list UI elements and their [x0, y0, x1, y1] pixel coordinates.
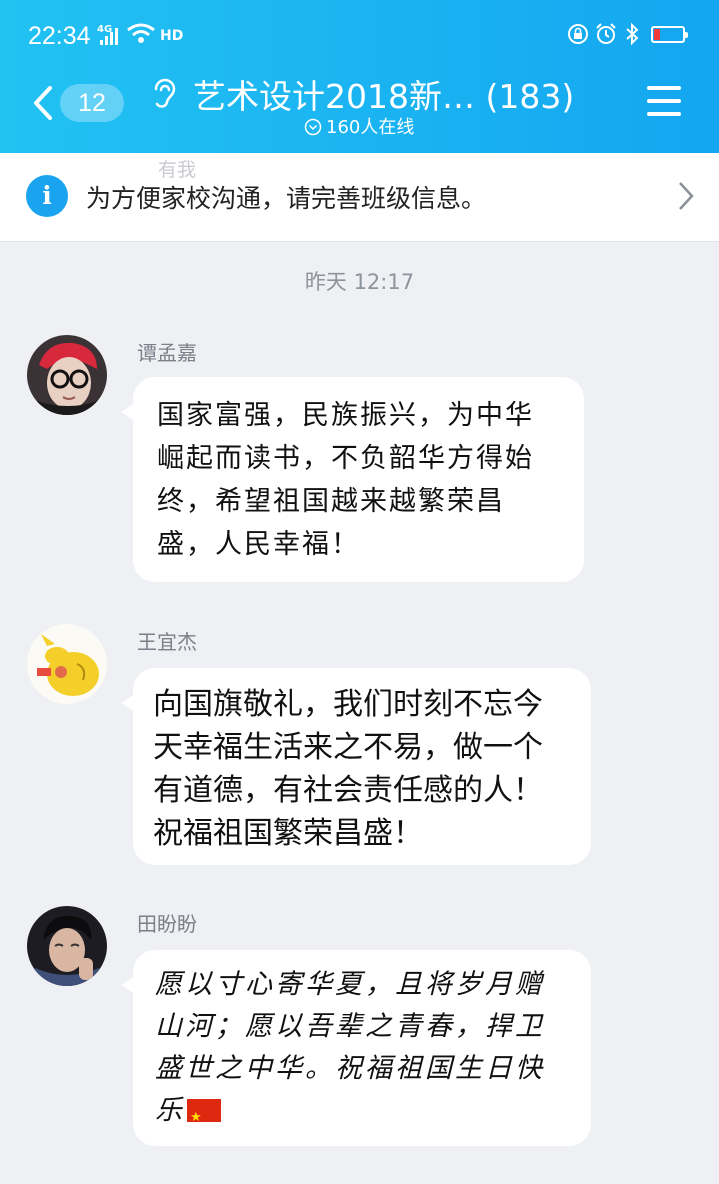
message-bubble[interactable]: 国家富强，民族振兴，为中华崛起而读书，不负韶华方得始终，希望祖国越来越繁荣昌盛，… [121, 377, 584, 582]
chevron-right-icon [679, 182, 694, 210]
wifi-icon [127, 23, 155, 43]
sender-name: 田盼盼 [137, 912, 197, 936]
avatar[interactable] [27, 624, 107, 704]
signal-icon [100, 27, 120, 45]
unread-count-badge[interactable]: 12 [60, 84, 124, 122]
lock-icon [568, 24, 588, 44]
avatar[interactable] [27, 335, 107, 415]
group-title[interactable]: 艺术设计2018新… (183) [193, 70, 574, 118]
avatar[interactable] [27, 906, 107, 986]
menu-icon[interactable] [647, 86, 681, 116]
online-status[interactable]: 160人在线 [304, 113, 414, 139]
message-bubble[interactable]: 愿以寸心寄华夏，且将岁月赠山河；愿以吾辈之青春，捍卫盛世之中华。祝福祖国生日快乐 [121, 950, 591, 1146]
status-time: 22:34 [28, 22, 91, 50]
sender-name: 王宜杰 [137, 630, 197, 654]
sender-name: 谭孟嘉 [137, 341, 197, 365]
hd-label: HD [160, 28, 184, 44]
class-info-notice[interactable]: i 为方便家校沟通，请完善班级信息。 [0, 153, 719, 242]
alarm-icon [596, 23, 616, 44]
status-bar: 22:34 4G HD [0, 0, 719, 72]
bluetooth-icon [626, 22, 639, 46]
title-bar: 22:34 4G HD 12 艺术设计2018新… (183) 160人在线 [0, 0, 719, 153]
faded-text: 有我 [158, 159, 197, 181]
message-text: 国家富强，民族振兴，为中华崛起而读书，不负韶华方得始终，希望祖国越来越繁荣昌盛，… [157, 400, 534, 560]
online-chevron-icon [304, 118, 322, 136]
online-count: 160人在线 [326, 117, 415, 138]
china-flag-emoji [187, 1097, 221, 1139]
info-icon: i [26, 175, 68, 217]
notice-text: 为方便家校沟通，请完善班级信息。 [86, 184, 487, 213]
message-text: 向国旗敬礼，我们时刻不忘今天幸福生活来之不易，做一个有道德，有社会责任感的人！祝… [153, 687, 543, 851]
message-bubble[interactable]: 向国旗敬礼，我们时刻不忘今天幸福生活来之不易，做一个有道德，有社会责任感的人！祝… [121, 668, 591, 865]
battery-icon [651, 26, 688, 43]
message-timestamp: 昨天 12:17 [304, 270, 415, 294]
ear-icon[interactable] [150, 77, 178, 111]
